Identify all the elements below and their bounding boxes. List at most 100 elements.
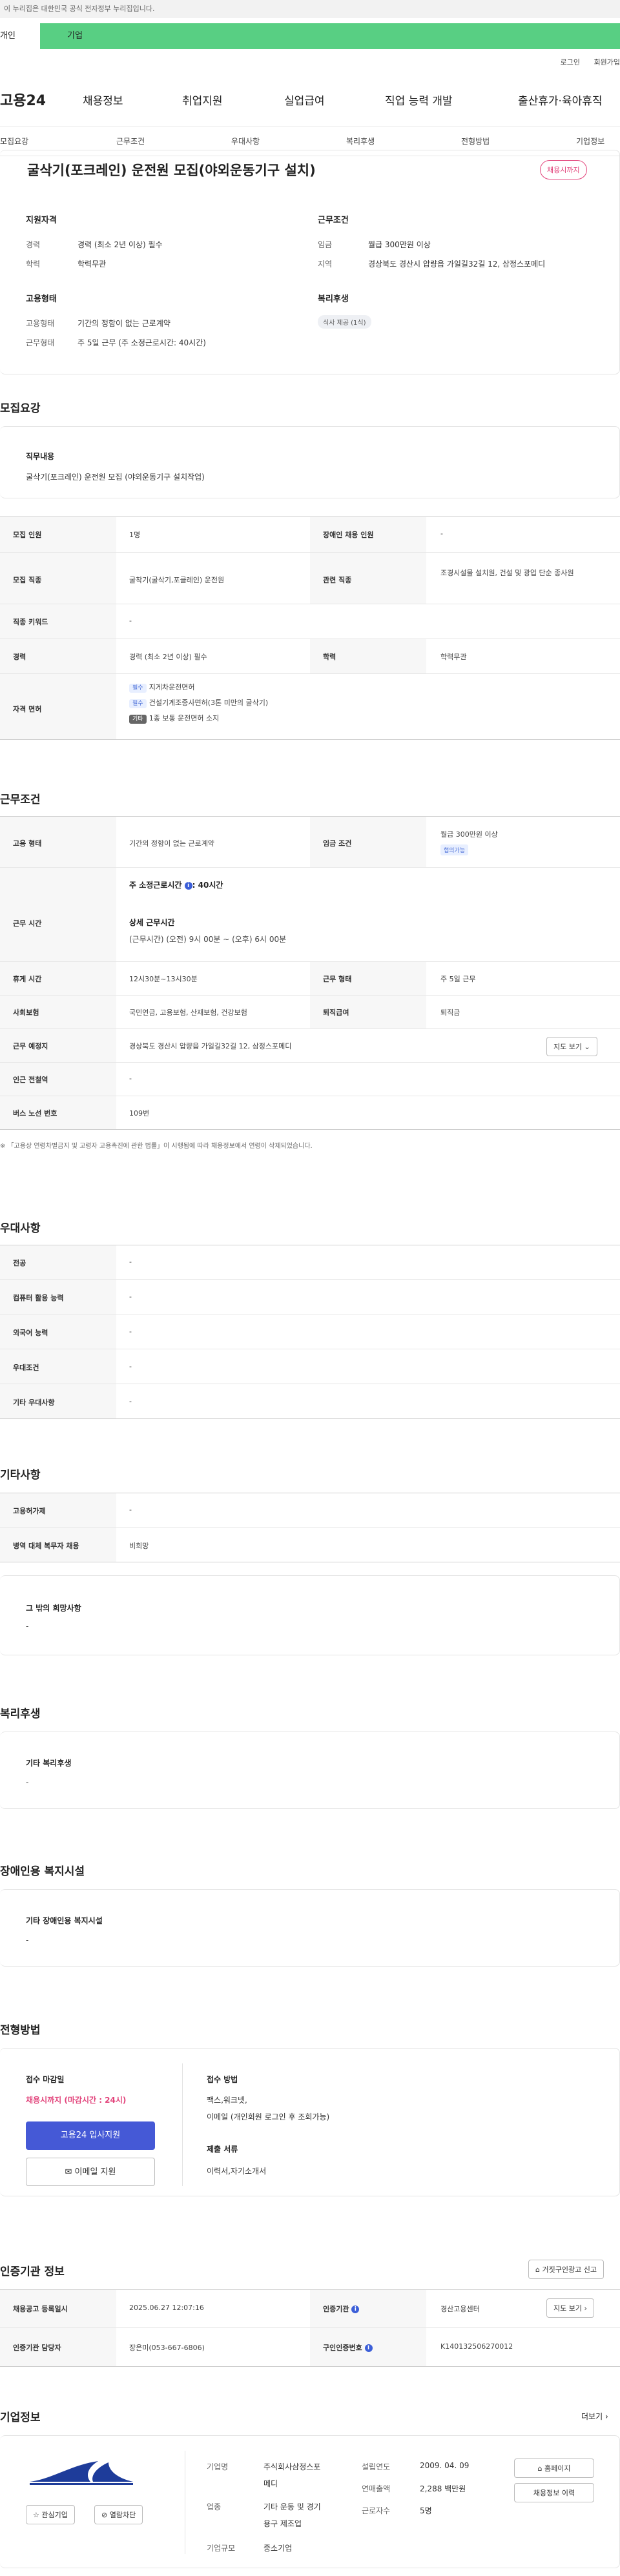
cert-no-label: 구인인증번호: [323, 2344, 362, 2352]
company-more-link[interactable]: 더보기 ›: [581, 2411, 608, 2422]
emp-type-value: 기간의 정함이 없는 근로계약: [129, 839, 214, 848]
map-button[interactable]: 지도 보기 ⌄: [546, 1037, 597, 1056]
cert-no-key: 구인인증번호 i: [323, 2342, 373, 2353]
company-name-line1: 주식회사삼정스포: [264, 2462, 321, 2471]
deadline-title: 접수 마감일: [26, 2075, 65, 2084]
detail-hours-value: (근무시간) (오전) 9시 00분 ~ (오후) 6시 00분: [129, 935, 287, 944]
benefit-title: 기타 복리후생: [26, 1759, 72, 1768]
agency-map-button[interactable]: 지도 보기 ›: [546, 2298, 594, 2318]
hope-box: [0, 1575, 620, 1655]
company-heading: 기업정보: [0, 2411, 41, 2424]
block-icon: ⊘: [101, 2511, 108, 2519]
gnb-unemployment-benefit[interactable]: 실업급여: [284, 92, 325, 108]
employment-key: 고용형태: [26, 319, 55, 328]
hope-value: -: [26, 1622, 29, 1631]
info-icon[interactable]: i: [184, 881, 192, 890]
age-notice: ※ 「고용상 연령차별금지 및 고령자 고용촉진에 관한 법률」이 시행됨에 따…: [0, 1143, 313, 1150]
license-tag: 기타: [129, 715, 147, 724]
size-value: 중소기업: [264, 2544, 293, 2553]
sales-value: 2,288 백만원: [420, 2484, 466, 2493]
section-nav-welfare[interactable]: 복리후생: [346, 136, 375, 147]
bus-key: 버스 노선 번호: [13, 1109, 57, 1118]
tab-individual[interactable]: 개인: [0, 23, 40, 49]
job-history-button[interactable]: 채용정보 이력: [514, 2483, 594, 2502]
sales-key: 연매출액: [362, 2484, 391, 2493]
qualification-title: 지원자격: [26, 216, 57, 225]
gov-banner: 이 누리집은 대한민국 공식 전자정부 누리집입니다.: [0, 0, 620, 18]
method-line2: 이메일 (개인회원 로그인 후 조회가능): [207, 2112, 330, 2121]
tab-company[interactable]: 기업: [67, 23, 83, 49]
edu-value: 학력무관: [440, 653, 467, 661]
place-value: 경상북도 경산시 압량읍 가일길32길 12, 삼정스포메디: [129, 1042, 292, 1050]
wage-cond-value: 월급 300만원 이상: [440, 830, 498, 839]
block-button[interactable]: ⊘ 열람차단: [94, 2505, 143, 2524]
bus-value: 109번: [129, 1109, 150, 1118]
worktime-key: 근무 시간: [13, 919, 42, 928]
insurance-value: 국민연금, 고용보험, 산재보험, 건강보험: [129, 1008, 247, 1017]
agency-map-label: 지도 보기: [553, 2304, 582, 2313]
disability-box: [0, 1889, 620, 1967]
license-tag: 필수: [129, 699, 147, 708]
star-icon: ☆: [33, 2511, 39, 2519]
gnb-jobs[interactable]: 채용정보: [83, 92, 123, 108]
apply-button[interactable]: 고용24 입사지원: [26, 2121, 155, 2150]
interest-label: 관심기업: [41, 2511, 68, 2519]
pref-key: 전공: [13, 1259, 26, 1267]
email-apply-button[interactable]: ✉ 이메일 지원: [26, 2158, 155, 2186]
chevron-down-icon: ⌄: [584, 1043, 590, 1051]
wage-cond-key: 임금 조건: [323, 839, 352, 848]
pref-value: -: [129, 1397, 132, 1406]
negotiable-tag: 협의가능: [440, 844, 469, 855]
edu-key: 학력: [323, 653, 336, 661]
gnb-parental-leave[interactable]: 출산휴가·육아휴직: [518, 92, 603, 108]
benefit-value: -: [26, 1778, 29, 1787]
region-value: 경상북도 경산시 압량읍 가일길32길 12, 삼정스포메디: [368, 260, 546, 269]
license-item: 필수 건설기계조종사면허(3톤 미만의 굴삭기): [129, 697, 268, 708]
homepage-label: 홈페이지: [544, 2464, 571, 2473]
work-heading: 근무조건: [0, 793, 41, 806]
industry-key: 업종: [207, 2502, 222, 2511]
related-value: 조경시설물 설치원, 건설 및 광업 단순 종사원: [440, 569, 574, 577]
form-key: 근무 형태: [323, 975, 352, 983]
audience-tab-bar: [0, 23, 620, 49]
section-nav-work[interactable]: 근무조건: [116, 136, 145, 147]
pref-key: 우대조건: [13, 1364, 39, 1372]
manager-value: 장은미(053-667-6806): [129, 2344, 205, 2352]
deadline-badge: 채용시까지: [540, 160, 587, 179]
persons-key: 모집 인원: [13, 531, 42, 539]
interest-button[interactable]: ☆ 관심기업: [26, 2505, 75, 2524]
method-line1: 팩스,워크넷,: [207, 2096, 247, 2105]
wage-key: 임금: [318, 240, 333, 249]
info-icon[interactable]: i: [364, 2344, 373, 2352]
wage-value: 월급 300만원 이상: [368, 240, 431, 249]
info-icon[interactable]: i: [351, 2305, 360, 2313]
education-key: 학력: [26, 260, 41, 269]
section-nav-recruit[interactable]: 모집요강: [0, 136, 28, 147]
top-links: 로그인 회원가입: [549, 57, 620, 67]
section-nav-process[interactable]: 전형방법: [461, 136, 490, 147]
job-key: 모집 직종: [13, 576, 42, 584]
keyword-key: 직종 키워드: [13, 618, 48, 626]
site-logo[interactable]: 고용24: [0, 89, 46, 110]
block-label: 열람차단: [109, 2511, 136, 2519]
insurance-key: 사회보험: [13, 1008, 39, 1017]
homepage-button[interactable]: ⌂ 홈페이지: [514, 2458, 594, 2478]
worktype-key: 근무형태: [26, 338, 55, 347]
signup-link[interactable]: 회원가입: [594, 58, 620, 66]
pref-value: -: [129, 1258, 132, 1266]
gnb-vocational-training[interactable]: 직업 능력 개발: [385, 92, 453, 108]
gnb-employment-support[interactable]: 취업지원: [182, 92, 223, 108]
staff-key: 근로자수: [362, 2506, 391, 2515]
disability-title: 기타 장애인용 복지시설: [26, 1916, 103, 1925]
report-button[interactable]: ⌂ 거짓구인광고 신고: [528, 2260, 604, 2279]
login-link[interactable]: 로그인: [561, 58, 580, 66]
job-value: 굴착기(굴삭기,포클레인) 운전원: [129, 576, 225, 584]
section-nav-company[interactable]: 기업정보: [576, 136, 604, 147]
docs-value: 이력서,자기소개서: [207, 2167, 267, 2176]
staff-value: 5명: [420, 2506, 432, 2515]
manager-key: 인증기관 담당자: [13, 2344, 61, 2352]
process-heading: 전형방법: [0, 2024, 41, 2037]
est-value: 2009. 04. 09: [420, 2461, 470, 2470]
section-nav-preference[interactable]: 우대사항: [231, 136, 260, 147]
keyword-value: -: [129, 617, 132, 625]
